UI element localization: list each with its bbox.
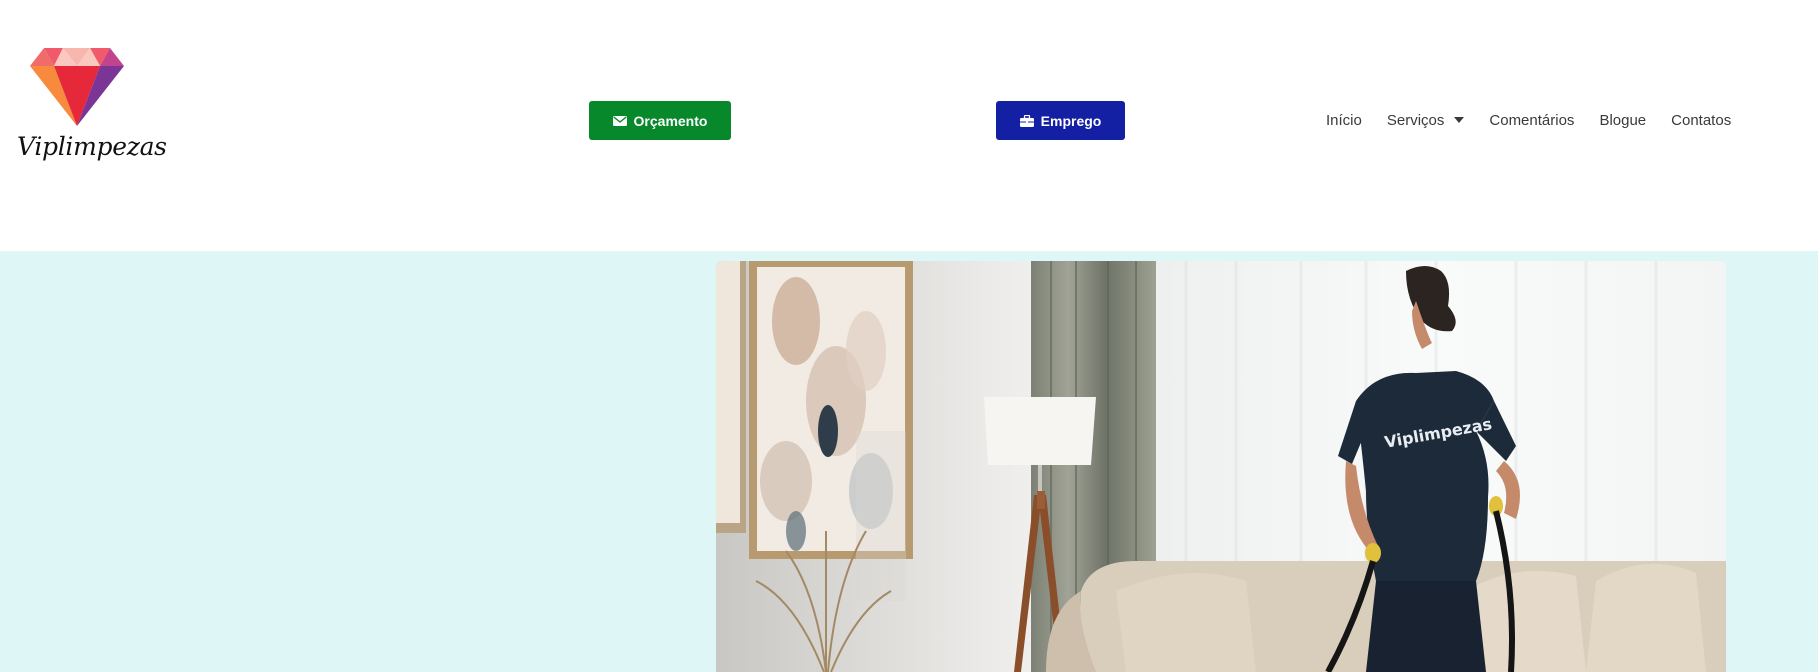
nav-item-label: Comentários <box>1489 111 1575 129</box>
hero-image: Viplimpezas <box>716 261 1726 672</box>
nav-item-label: Contatos <box>1671 111 1732 129</box>
nav-item-contatos[interactable]: Contatos <box>1671 112 1731 129</box>
diamond-icon <box>30 48 124 126</box>
site-header: Viplimpezas Orçamento Emprego Início Ser… <box>0 0 1818 251</box>
nav-item-servicos[interactable]: Serviços <box>1387 112 1465 129</box>
nav-item-label: Serviços <box>1386 111 1445 129</box>
logo-link[interactable]: Viplimpezas <box>17 46 167 162</box>
nav-item-blogue[interactable]: Blogue <box>1599 112 1646 129</box>
quote-button-label: Orçamento <box>633 112 708 129</box>
caret-down-icon <box>1454 117 1465 123</box>
job-button-label: Emprego <box>1040 112 1102 129</box>
job-button[interactable]: Emprego <box>996 101 1125 140</box>
logo-wordmark: Viplimpezas <box>17 132 167 161</box>
nav-item-label: Início <box>1326 111 1362 129</box>
quote-button[interactable]: Orçamento <box>589 101 731 140</box>
nav-item-inicio[interactable]: Início <box>1326 112 1362 129</box>
nav-item-comentarios[interactable]: Comentários <box>1489 112 1574 129</box>
nav-item-label: Blogue <box>1599 111 1647 129</box>
main-nav: Início Serviços Comentários Blogue Conta… <box>1326 109 1731 131</box>
briefcase-icon <box>1019 114 1034 127</box>
envelope-icon <box>612 115 627 126</box>
cleaning-scene-illustration: Viplimpezas <box>716 261 1726 672</box>
